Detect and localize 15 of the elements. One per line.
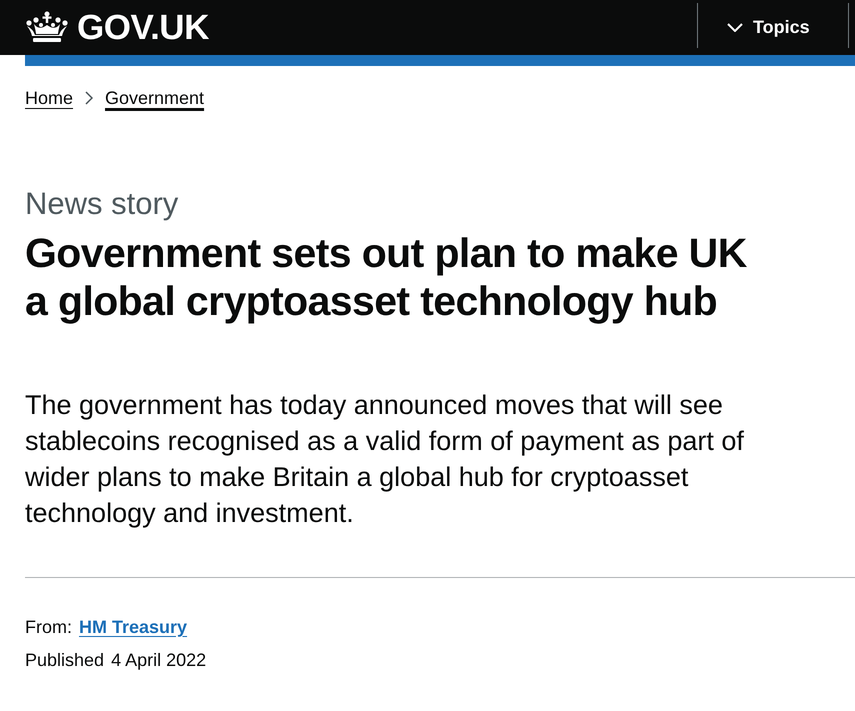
govuk-logo-link[interactable]: GOV.UK [0,0,209,55]
breadcrumb-link[interactable]: Government [105,86,204,110]
page-title: Government sets out plan to make UK a global cryptoasset technology hub [25,229,748,325]
logo-text: GOV.UK [77,10,209,45]
chevron-down-icon [727,23,743,32]
crown-logo-icon [25,10,69,44]
topics-menu-button[interactable]: Topics [698,0,848,55]
lead-paragraph: The government has today announced moves that will see stablecoins recognised as a valid form of payment as part of wider plans to make Britain a global hub for cryptoasset technology and investment. [25,389,745,530]
chevron-right-icon [85,91,94,105]
from-label: From: [25,616,72,638]
breadcrumb-link[interactable]: Home [25,86,74,110]
organisation-link[interactable]: HM Treasury [79,616,188,638]
published-date: 4 April 2022 [111,649,206,671]
content-type-label: News story [25,186,178,222]
published-label: Published [25,649,104,671]
